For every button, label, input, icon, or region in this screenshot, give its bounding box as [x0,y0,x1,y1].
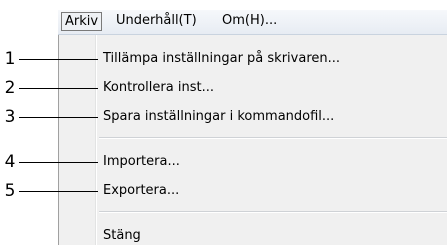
callout-line-1 [19,59,98,60]
menu-item-close[interactable]: Stäng [103,226,141,246]
menu-bar: Arkiv Underhåll(T) Om(H)... [58,10,447,35]
callout-4: 4 [4,152,16,172]
menu-item-save-command-file[interactable]: Spara inställningar i kommandofil... [103,107,334,127]
arkiv-dropdown-menu: Tillämpa inställningar på skrivaren... K… [58,35,447,245]
callout-3: 3 [4,107,16,127]
menu-separator [99,211,447,213]
menu-separator [99,137,447,139]
menu-om[interactable]: Om(H)... [218,12,281,30]
callout-line-4 [19,162,98,163]
callout-5: 5 [4,181,16,201]
menu-item-import[interactable]: Importera... [103,152,180,172]
callout-2: 2 [4,78,16,98]
menu-arkiv[interactable]: Arkiv [61,12,103,31]
callout-1: 1 [4,49,16,69]
callout-line-2 [19,88,98,89]
icon-gutter-divider [95,35,97,245]
callout-line-5 [19,191,98,192]
menu-item-check-settings[interactable]: Kontrollera inst... [103,78,214,98]
menu-item-apply-settings[interactable]: Tillämpa inställningar på skrivaren... [103,49,340,69]
menu-item-export[interactable]: Exportera... [103,181,179,201]
callout-line-3 [19,117,98,118]
menu-underhall[interactable]: Underhåll(T) [112,12,201,30]
